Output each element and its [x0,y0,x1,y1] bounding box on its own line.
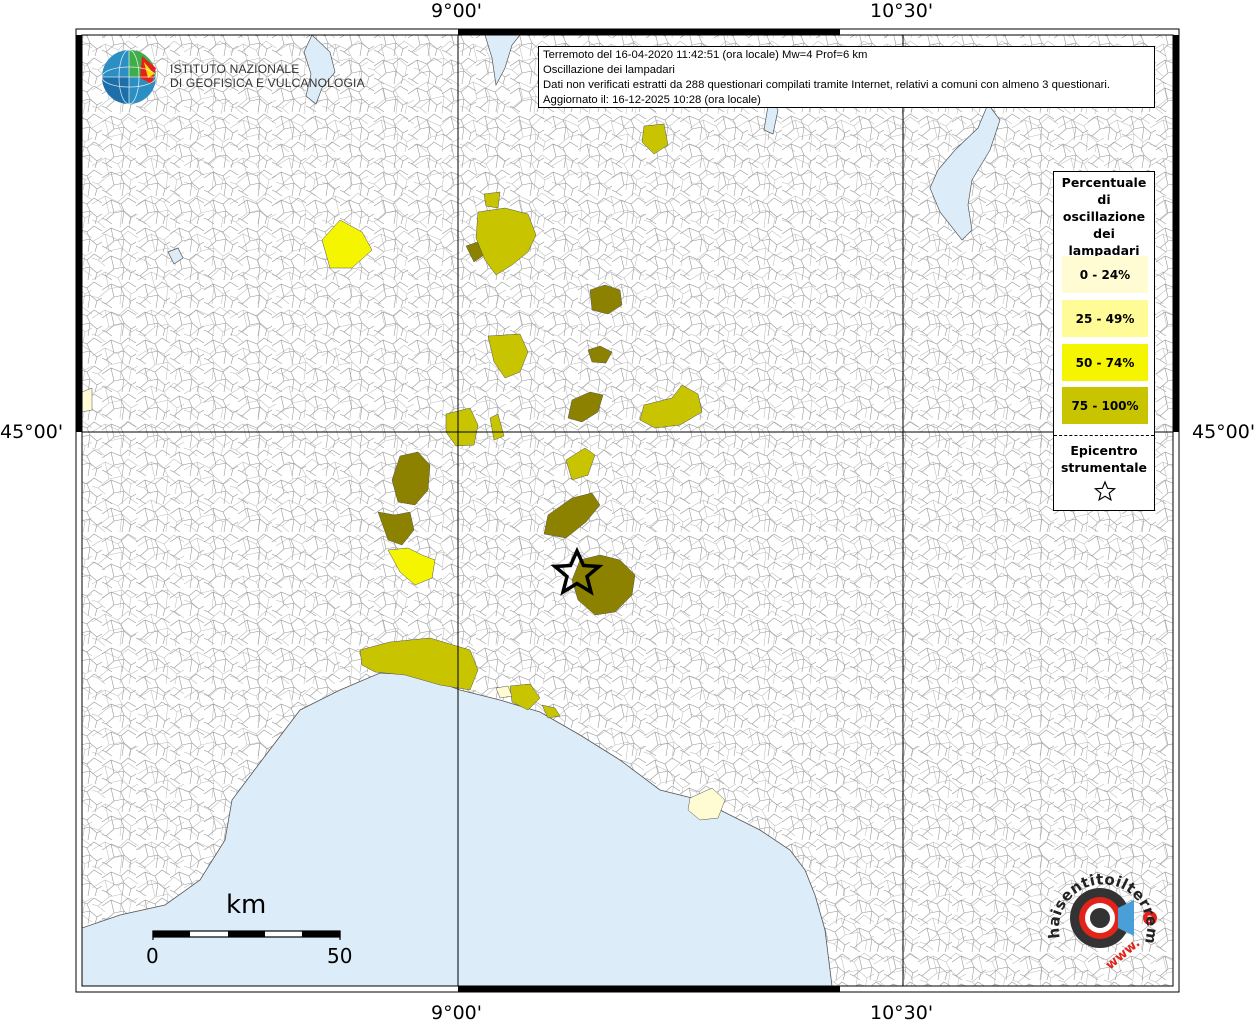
lon-label-top-1: 9°00' [431,0,482,22]
legend-item-0-24: 0 - 24% [1062,256,1148,293]
event-info-box: Terremoto del 16-04-2020 11:42:51 (ora l… [538,46,1155,108]
legend-item-50-74: 50 - 74% [1062,344,1148,381]
legend-epicenter-line: Epicentro [1070,443,1138,458]
legend-epicenter-line: strumentale [1060,460,1148,475]
haisentito-badge-icon: ? haisentitoilterremoto.it www. [1033,844,1161,973]
lon-label-bottom-2: 10°30' [870,1002,934,1024]
event-updated: Aggiornato il: 16-12-2025 10:28 (ora loc… [543,94,761,106]
ingv-line-2: DI GEOFISICA E VULCANOLOGIA [170,76,365,90]
legend-epicenter-label: Epicentro strumentale [1054,442,1154,476]
lon-label-bottom-1: 9°00' [431,1002,482,1024]
scale-unit: km [226,890,267,920]
legend-separator [1054,435,1154,436]
legend-title-line: dei [1093,226,1115,241]
legend: Percentuale di oscillazione dei lampadar… [1053,171,1155,511]
ingv-globe-icon [101,49,157,105]
scale-end: 50 [327,944,353,968]
haisentito-logo[interactable]: ? haisentitoilterremoto.it www. [1033,844,1168,983]
event-subtitle: Oscillazione dei lampadari [543,64,675,76]
legend-item-25-49: 25 - 49% [1062,300,1148,337]
star-outline-icon [1094,480,1116,502]
lat-label-right: 45°00' [1192,421,1256,443]
legend-title-line: Percentuale [1061,175,1147,190]
event-data-note: Dati non verificati estratti da 288 ques… [543,79,1111,91]
lon-label-top-2: 10°30' [870,0,934,22]
ingv-logo [100,48,162,111]
ingv-logo-text: ISTITUTO NAZIONALE DI GEOFISICA E VULCAN… [170,62,365,90]
legend-title-line: oscillazione [1062,209,1146,224]
legend-title-line: di [1097,192,1111,207]
legend-item-75-100: 75 - 100% [1062,387,1148,424]
event-title: Terremoto del 16-04-2020 11:42:51 (ora l… [543,49,868,61]
scale-start: 0 [146,944,159,968]
legend-title: Percentuale di oscillazione dei lampadar… [1054,174,1154,259]
ingv-line-1: ISTITUTO NAZIONALE [170,62,300,76]
lat-label-left: 45°00' [0,421,64,443]
